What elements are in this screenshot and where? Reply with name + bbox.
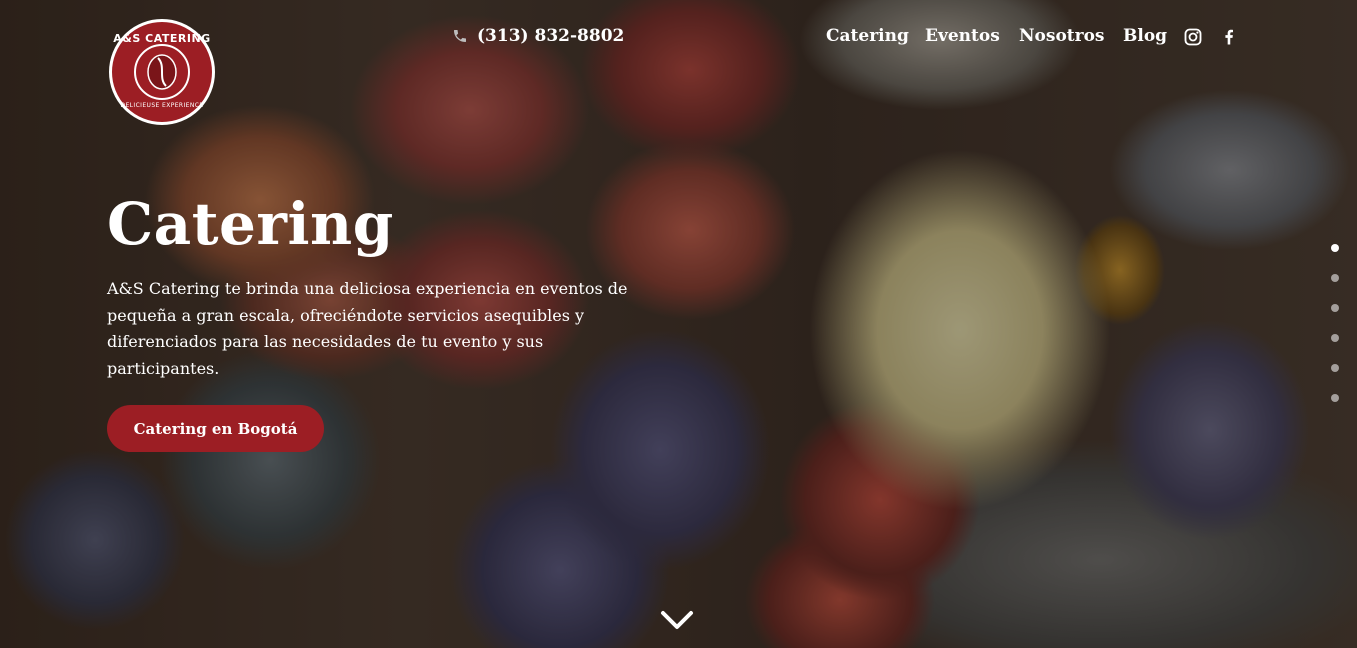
slider-dot[interactable] <box>1331 274 1339 282</box>
hero-description: A&S Catering te brinda una deliciosa exp… <box>107 279 628 378</box>
site-logo[interactable]: A&S CATERING DELICIEUSE EXPERIENCE <box>109 19 215 125</box>
phone-number: (313) 832-8802 <box>477 26 625 46</box>
logo-emblem <box>134 44 190 100</box>
slider-dot[interactable] <box>1331 394 1339 402</box>
slider-dot[interactable] <box>1331 364 1339 372</box>
logo-bottom-text: DELICIEUSE EXPERIENCE <box>120 102 204 109</box>
phone-icon <box>454 30 466 42</box>
catering-bogota-button[interactable]: Catering en Bogotá <box>107 405 324 452</box>
phone-link[interactable]: (313) 832-8802 <box>452 26 624 46</box>
slider-dot[interactable] <box>1331 334 1339 342</box>
slider-dot[interactable] <box>1331 304 1339 312</box>
nav-catering[interactable]: Catering <box>826 26 909 46</box>
chevron-down-icon[interactable] <box>660 608 694 632</box>
hero-title: Catering <box>107 190 394 258</box>
nav-eventos[interactable]: Eventos <box>925 26 1000 46</box>
nav-blog[interactable]: Blog <box>1123 26 1167 46</box>
instagram-icon[interactable] <box>1183 27 1203 47</box>
facebook-icon[interactable] <box>1219 27 1239 47</box>
nav-nosotros[interactable]: Nosotros <box>1019 26 1105 46</box>
slider-pagination <box>1329 244 1341 424</box>
slider-dot[interactable] <box>1331 244 1339 252</box>
